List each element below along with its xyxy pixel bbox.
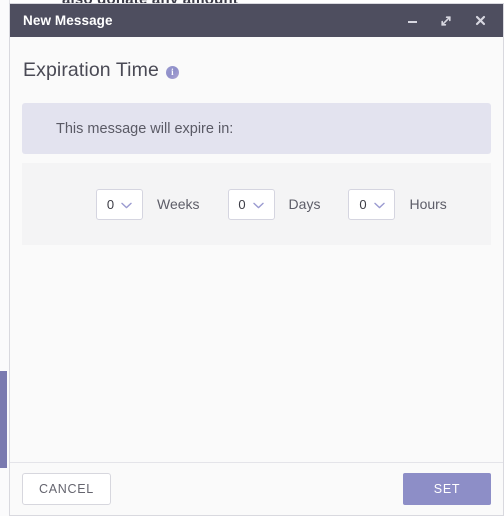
expiration-banner: This message will expire in: xyxy=(22,103,491,154)
maximize-icon xyxy=(439,14,453,28)
new-message-dialog: New Message Expiration Time i This messa… xyxy=(9,3,504,516)
vertical-scrollbar-thumb[interactable] xyxy=(0,371,7,468)
dialog-footer: CANCEL SET xyxy=(10,462,503,515)
duration-group-hours: 0 Hours xyxy=(348,188,447,220)
page-title: Expiration Time xyxy=(23,59,159,81)
hours-select[interactable]: 0 xyxy=(348,188,396,220)
minimize-button[interactable] xyxy=(395,4,429,37)
dialog-title: New Message xyxy=(23,13,113,28)
duration-panel: 0 Weeks 0 Days 0 Hours xyxy=(22,163,491,245)
weeks-select[interactable]: 0 xyxy=(96,188,143,220)
hours-value: 0 xyxy=(359,196,367,212)
weeks-value: 0 xyxy=(106,196,115,212)
chevron-down-icon xyxy=(252,197,264,212)
days-value: 0 xyxy=(238,196,246,212)
days-label: Days xyxy=(288,196,321,212)
close-icon xyxy=(474,14,487,27)
maximize-button[interactable] xyxy=(429,4,463,37)
dialog-body: Expiration Time i This message will expi… xyxy=(10,37,503,462)
set-button[interactable]: SET xyxy=(403,473,491,505)
close-button[interactable] xyxy=(463,4,497,37)
duration-group-days: 0 Days xyxy=(227,188,349,220)
dialog-titlebar[interactable]: New Message xyxy=(10,4,503,37)
cancel-button[interactable]: CANCEL xyxy=(22,473,111,505)
chevron-down-icon xyxy=(373,197,385,212)
expiration-banner-text: This message will expire in: xyxy=(56,120,234,137)
hours-label: Hours xyxy=(409,196,447,212)
weeks-label: Weeks xyxy=(157,196,200,212)
section-header: Expiration Time i xyxy=(10,37,503,82)
chevron-down-icon xyxy=(121,197,132,212)
days-select[interactable]: 0 xyxy=(227,188,275,220)
duration-group-weeks: 0 Weeks xyxy=(96,188,228,220)
minimize-icon xyxy=(406,14,419,27)
info-icon[interactable]: i xyxy=(165,66,179,79)
